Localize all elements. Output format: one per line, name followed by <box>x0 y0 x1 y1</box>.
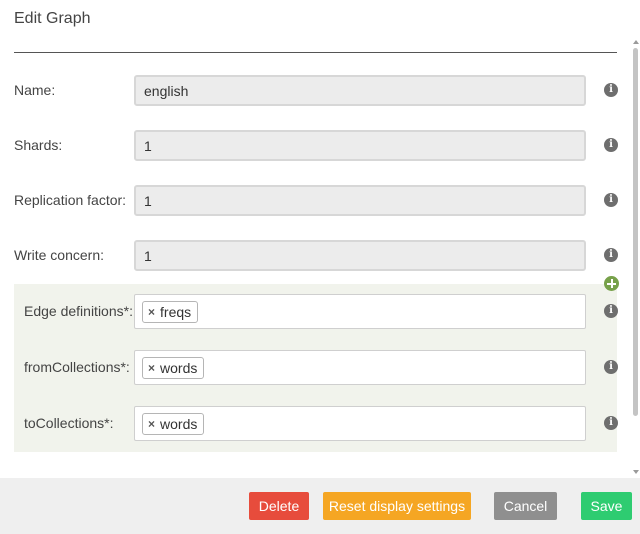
tag-label: freqs <box>160 304 192 320</box>
delete-button[interactable]: Delete <box>249 492 309 520</box>
write-concern-field[interactable] <box>134 240 586 271</box>
scrollbar-thumb[interactable] <box>633 48 638 416</box>
info-icon[interactable]: i <box>604 83 618 97</box>
modal-title: Edit Graph <box>14 10 91 27</box>
tag-chip: × words <box>142 357 205 379</box>
scroll-up-icon[interactable] <box>633 40 639 44</box>
from-collections-label: fromCollections*: <box>24 359 130 375</box>
shards-label: Shards: <box>14 137 63 153</box>
tag-chip: × freqs <box>142 301 199 323</box>
scroll-down-icon[interactable] <box>633 470 639 474</box>
info-icon[interactable]: i <box>604 416 618 430</box>
close-icon[interactable]: × <box>148 417 155 431</box>
info-icon[interactable]: i <box>604 138 618 152</box>
reset-display-settings-button[interactable]: Reset display settings <box>323 492 471 520</box>
close-icon[interactable]: × <box>148 305 155 319</box>
tag-label: words <box>160 360 198 376</box>
to-collections-label: toCollections*: <box>24 415 114 431</box>
tag-label: words <box>160 416 198 432</box>
info-icon[interactable]: i <box>604 360 618 374</box>
modal-footer: Delete Reset display settings Cancel Sav… <box>0 478 640 534</box>
from-collections-field[interactable]: × words <box>134 350 586 385</box>
save-button[interactable]: Save <box>581 492 632 520</box>
write-concern-label: Write concern: <box>14 247 104 263</box>
edit-graph-modal: Edit Graph Name: i Shards: i Replication… <box>0 0 640 534</box>
name-label: Name: <box>14 82 56 98</box>
shards-field[interactable] <box>134 130 586 161</box>
tag-chip: × words <box>142 413 205 435</box>
cancel-button[interactable]: Cancel <box>494 492 557 520</box>
replication-factor-label: Replication factor: <box>14 192 127 208</box>
title-divider <box>14 52 617 53</box>
info-icon[interactable]: i <box>604 193 618 207</box>
replication-factor-field[interactable] <box>134 185 586 216</box>
edge-definitions-label: Edge definitions*: <box>24 303 133 319</box>
scrollbar[interactable] <box>630 38 640 476</box>
close-icon[interactable]: × <box>148 361 155 375</box>
info-icon[interactable]: i <box>604 248 618 262</box>
name-field[interactable] <box>134 75 586 106</box>
add-icon[interactable] <box>604 276 619 291</box>
to-collections-field[interactable]: × words <box>134 406 586 441</box>
info-icon[interactable]: i <box>604 304 618 318</box>
edge-definitions-field[interactable]: × freqs <box>134 294 586 329</box>
